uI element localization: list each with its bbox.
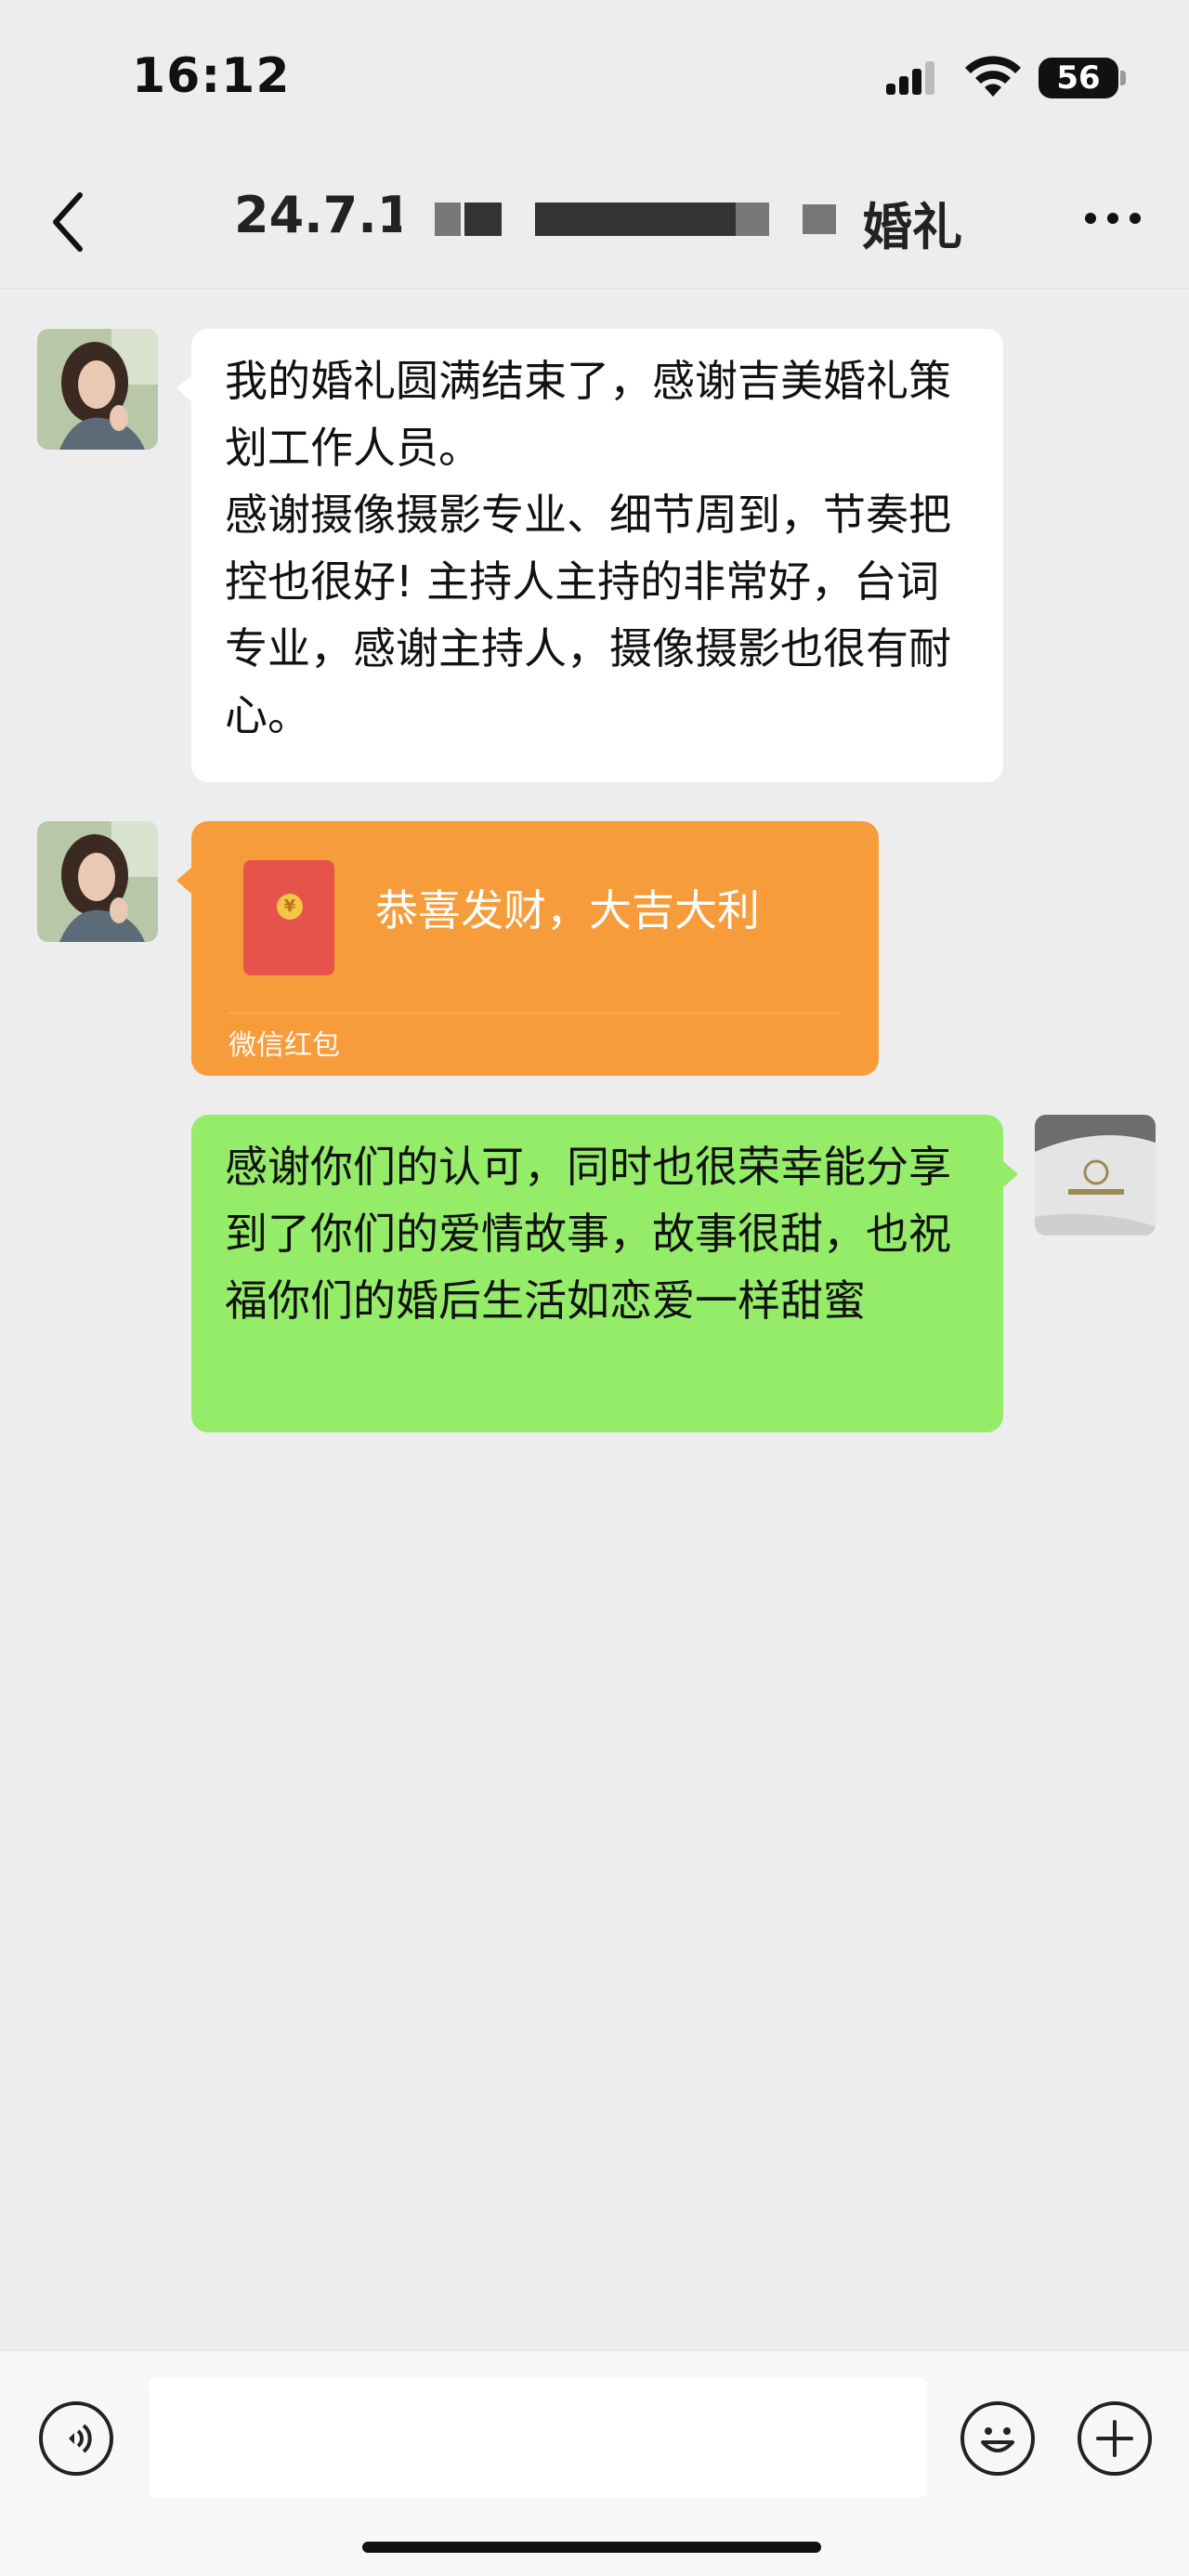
more-options-icon[interactable]: [1081, 204, 1144, 232]
emoji-icon: [981, 2427, 1014, 2452]
more-functions-button[interactable]: [1078, 2401, 1152, 2476]
message-input[interactable]: [149, 2377, 927, 2498]
red-packet-greeting: 恭喜发财，大吉大利: [375, 885, 760, 935]
contact-avatar[interactable]: [37, 329, 158, 450]
bubble-tail: [1003, 1161, 1018, 1187]
contact-avatar[interactable]: [37, 821, 158, 942]
redacted-block: [736, 203, 769, 236]
redacted-block: [535, 203, 736, 236]
plus-icon: [1096, 2420, 1133, 2457]
message-bubble-received[interactable]: 我的婚礼圆满结束了，感谢吉美婚礼策划工作人员。 感谢摄像摄影专业、细节周到，节奏…: [191, 329, 1003, 782]
red-packet-message[interactable]: ¥ 恭喜发财，大吉大利 微信红包: [191, 821, 879, 1076]
coin-icon: ¥: [277, 894, 303, 920]
redacted-block: [435, 203, 461, 236]
wifi-icon: [965, 56, 1021, 97]
bubble-tail: [176, 868, 191, 894]
redacted-block: [464, 203, 502, 236]
chat-title-suffix: 婚礼: [862, 198, 962, 256]
bubble-tail: [176, 375, 191, 401]
battery-indicator: 56: [1039, 58, 1118, 98]
redacted-block: [803, 204, 836, 234]
red-packet-label: 微信红包: [229, 1029, 340, 1062]
red-packet-icon: ¥: [243, 860, 334, 975]
back-arrow-icon[interactable]: [46, 190, 93, 255]
message-bubble-sent[interactable]: 感谢你们的认可，同时也很荣幸能分享到了你们的爱情故事，故事很甜，也祝福你们的婚后…: [191, 1115, 1003, 1432]
status-time: 16:12: [132, 48, 291, 104]
chat-header: 24.7.18 婚礼: [0, 158, 1189, 289]
home-indicator[interactable]: [362, 2542, 821, 2553]
voice-input-button[interactable]: [39, 2401, 113, 2476]
battery-nub: [1120, 71, 1126, 85]
own-avatar[interactable]: [1035, 1115, 1156, 1236]
chat-title: 24.7.18: [234, 186, 401, 244]
status-bar: 16:12 56: [0, 0, 1189, 158]
cellular-signal-icon: [886, 61, 934, 95]
emoji-button[interactable]: [960, 2401, 1035, 2476]
voice-icon: [69, 2424, 92, 2453]
